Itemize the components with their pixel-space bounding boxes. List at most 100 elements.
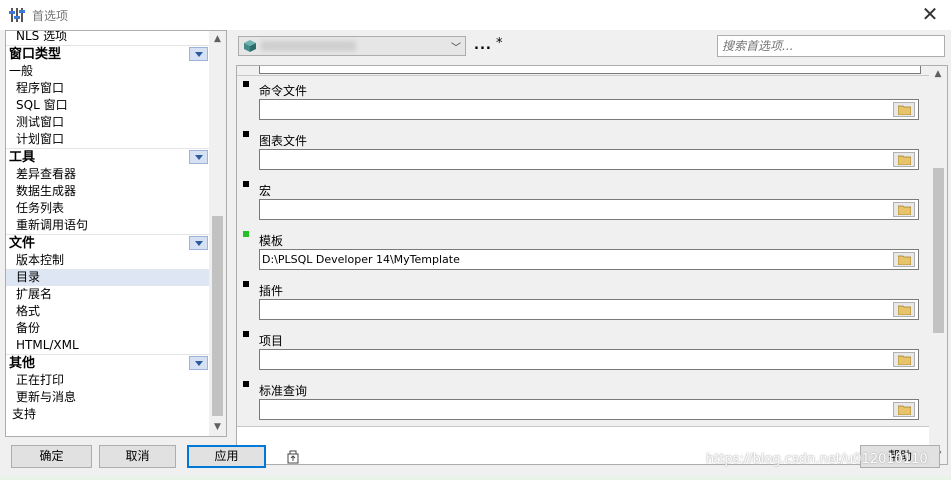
more-button[interactable]: ... xyxy=(474,38,492,53)
pref-label: 插件 xyxy=(259,284,284,298)
tree-item-label: 测试窗口 xyxy=(16,115,65,129)
pref-label: 命令文件 xyxy=(259,84,308,98)
collapse-chevron-icon[interactable] xyxy=(189,356,208,370)
modified-marker xyxy=(243,381,249,387)
scroll-up-icon[interactable]: ▲ xyxy=(209,31,226,48)
tree-item-label: 窗口类型 xyxy=(9,47,62,62)
tree-item-label: 扩展名 xyxy=(16,287,53,301)
pref-path-input[interactable] xyxy=(259,399,919,420)
pref-path-input[interactable] xyxy=(259,299,919,320)
pref-row: 插件 xyxy=(237,276,929,327)
folder-icon[interactable] xyxy=(893,152,915,167)
tree-item-label: 程序窗口 xyxy=(16,81,65,95)
tree-item-label: HTML/XML xyxy=(16,338,79,352)
pref-label: 图表文件 xyxy=(259,134,308,148)
connection-value-redacted xyxy=(261,41,356,51)
tree-item[interactable]: 一般 xyxy=(6,63,209,80)
apply-button[interactable]: 应用 xyxy=(187,445,266,468)
tree-item[interactable]: 差异查看器 xyxy=(6,166,209,183)
folder-icon[interactable] xyxy=(893,402,915,417)
pref-row: 命令文件 xyxy=(237,76,929,127)
collapse-chevron-icon[interactable] xyxy=(189,236,208,250)
scroll-up-icon[interactable]: ▲ xyxy=(929,66,947,83)
tree-category[interactable]: 其他 xyxy=(6,354,209,372)
tree-item-label: 支持 xyxy=(12,407,37,421)
folder-icon[interactable] xyxy=(893,352,915,367)
pref-row: 模板 D:\PLSQL Developer 14\MyTemplate xyxy=(237,226,929,277)
tree-item[interactable]: 任务列表 xyxy=(6,200,209,217)
tree-item-label: 任务列表 xyxy=(16,201,65,215)
scroll-down-icon[interactable]: ▼ xyxy=(209,419,226,436)
tree-item[interactable]: NLS 选项 xyxy=(6,30,209,45)
modified-indicator: * xyxy=(496,36,503,51)
database-icon xyxy=(244,40,256,52)
pref-row: 项目 xyxy=(237,326,929,377)
collapse-chevron-icon[interactable] xyxy=(189,47,208,61)
tree-item-label: 更新与消息 xyxy=(16,390,77,404)
tree-item[interactable]: 计划窗口 xyxy=(6,131,209,148)
folder-icon[interactable] xyxy=(893,302,915,317)
pref-path-input[interactable] xyxy=(259,149,919,170)
pref-path-input[interactable]: D:\PLSQL Developer 14\MyTemplate xyxy=(259,249,919,270)
prefs-scrollbar[interactable]: ▲ ▼ xyxy=(929,66,947,464)
tree-item[interactable]: 重新调用语句 xyxy=(6,217,209,234)
connection-select[interactable]: ﹀ xyxy=(238,36,466,56)
scroll-thumb[interactable] xyxy=(933,168,944,333)
pref-path-input[interactable] xyxy=(259,349,919,370)
tree-item-label: 数据生成器 xyxy=(16,184,77,198)
tree-item-label: SQL 窗口 xyxy=(16,98,68,112)
tree-item[interactable]: 测试窗口 xyxy=(6,114,209,131)
tree-item[interactable]: HTML/XML xyxy=(6,337,209,354)
tree-item[interactable]: 目录 xyxy=(6,269,209,286)
pref-label: 标准查询 xyxy=(259,384,308,398)
tree-item-label: 文件 xyxy=(9,236,36,251)
close-icon[interactable]: ✕ xyxy=(919,3,941,25)
tree-item[interactable]: 支持 xyxy=(6,406,209,423)
preference-list: 命令文件 图表文件宏模板 D:\PLSQL Developer 14\MyTempl… xyxy=(236,65,948,465)
preferences-tree: NLS 选项窗口类型一般程序窗口 SQL 窗口 测试窗口计划窗口工具 差异查看器 数据生… xyxy=(5,30,227,437)
modified-marker xyxy=(243,181,249,187)
modified-marker xyxy=(243,281,249,287)
pref-row: 图表文件 xyxy=(237,126,929,177)
tree-item[interactable]: 版本控制 xyxy=(6,252,209,269)
window-title: 首选项 xyxy=(32,9,69,23)
pref-path-input[interactable] xyxy=(259,199,919,220)
pref-path-input[interactable] xyxy=(259,99,919,120)
tree-item-label: 其他 xyxy=(9,356,36,371)
tree-scrollbar[interactable]: ▲ ▼ xyxy=(209,31,226,436)
tree-item-label: 版本控制 xyxy=(16,253,65,267)
sliders-icon xyxy=(9,8,25,22)
preferences-panel: ﹀ ... * 命令文件图表文件宏模板 D:\PLSQL Developer 14… xyxy=(231,30,949,465)
tree-item-label: 工具 xyxy=(9,150,36,165)
tree-item[interactable]: 数据生成器 xyxy=(6,183,209,200)
cancel-button[interactable]: 取消 xyxy=(99,445,176,468)
scroll-thumb[interactable] xyxy=(212,216,223,416)
modified-marker xyxy=(243,81,249,87)
restore-defaults-icon[interactable] xyxy=(285,449,301,465)
tree-item-label: 一般 xyxy=(9,64,34,78)
tree-category[interactable]: 窗口类型 xyxy=(6,45,209,63)
folder-icon[interactable] xyxy=(893,102,915,117)
folder-icon[interactable] xyxy=(893,252,915,267)
chevron-down-icon[interactable]: ﹀ xyxy=(451,39,461,54)
search-input[interactable] xyxy=(717,35,945,57)
collapse-chevron-icon[interactable] xyxy=(189,150,208,164)
ok-button[interactable]: 确定 xyxy=(11,445,92,468)
tree-item[interactable]: 备份 xyxy=(6,320,209,337)
tree-item-label: NLS 选项 xyxy=(16,30,68,43)
tree-category[interactable]: 文件 xyxy=(6,234,209,252)
tree-item[interactable]: 更新与消息 xyxy=(6,389,209,406)
bottom-edge xyxy=(0,476,951,480)
partial-pref-field[interactable] xyxy=(259,66,921,74)
tree-category[interactable]: 工具 xyxy=(6,148,209,166)
pref-path-value: D:\PLSQL Developer 14\MyTemplate xyxy=(262,253,460,266)
tree-item-label: 目录 xyxy=(16,270,41,284)
tree-item[interactable]: 扩展名 xyxy=(6,286,209,303)
tree-item[interactable]: 格式 xyxy=(6,303,209,320)
tree-item[interactable]: 正在打印 xyxy=(6,372,209,389)
tree-item-label: 格式 xyxy=(16,304,41,318)
folder-icon[interactable] xyxy=(893,202,915,217)
watermark: https://blog.csdn.net/u012010110 xyxy=(706,452,928,467)
tree-item[interactable]: 程序窗口 xyxy=(6,80,209,97)
tree-item[interactable]: SQL 窗口 xyxy=(6,97,209,114)
